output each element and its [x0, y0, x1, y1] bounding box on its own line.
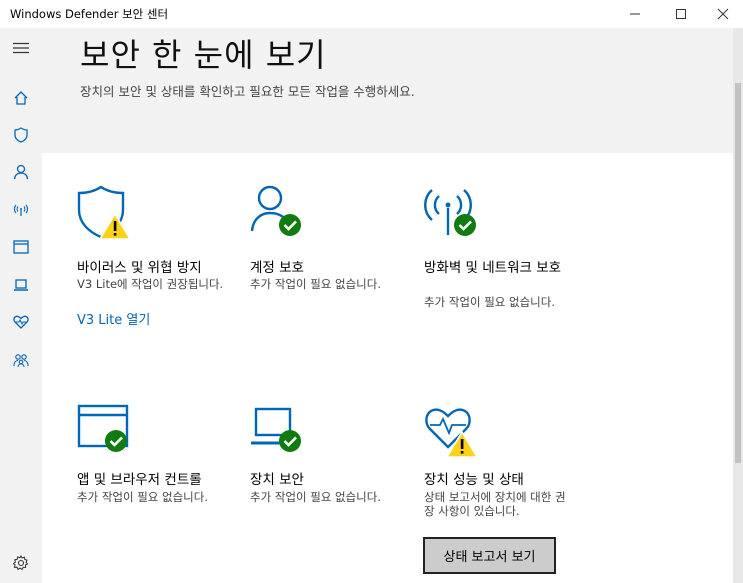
antenna-check-icon: [424, 189, 476, 236]
tile-description: V3 Lite에 작업이 권장됩니다.: [77, 277, 224, 291]
sidebar-item-device-security[interactable]: [11, 275, 31, 295]
tile-title: 앱 및 브라우저 컨트롤: [77, 472, 202, 488]
browser-check-icon: [77, 404, 129, 452]
page-title: 보안 한 눈에 보기: [80, 36, 327, 74]
open-v3-lite-link[interactable]: V3 Lite 열기: [77, 309, 150, 328]
home-icon: [14, 91, 28, 105]
sidebar-item-menu[interactable]: [11, 38, 31, 58]
browser-window-icon: [13, 240, 29, 254]
sidebar-item-family-options[interactable]: [11, 350, 31, 370]
view-health-report-button[interactable]: 상태 보고서 보기: [423, 537, 556, 574]
antenna-icon: [13, 204, 29, 216]
scrollbar[interactable]: [733, 28, 743, 583]
maximize-icon: [676, 9, 686, 19]
tile-device-performance[interactable]: 장치 성능 및 상태 상태 보고서에 장치에 대한 권장 사항이 있습니다.: [424, 403, 584, 533]
tile-title: 장치 성능 및 상태: [424, 472, 524, 488]
tile-app-browser-control[interactable]: 앱 및 브라우저 컨트롤 추가 작업이 필요 없습니다.: [77, 403, 237, 533]
scrollbar-thumb[interactable]: [735, 83, 741, 463]
person-icon: [13, 164, 29, 180]
tile-device-security[interactable]: 장치 보안 추가 작업이 필요 없습니다.: [250, 403, 410, 533]
tile-account-protection[interactable]: 계정 보호 추가 작업이 필요 없습니다.: [250, 185, 410, 315]
tile-description: 추가 작업이 필요 없습니다.: [424, 295, 556, 309]
sidebar-item-account-protection[interactable]: [11, 162, 31, 182]
sidebar: [0, 28, 42, 583]
family-icon: [13, 354, 29, 368]
tile-title: 바이러스 및 위협 방지: [77, 260, 202, 276]
sidebar-item-firewall[interactable]: [11, 200, 31, 220]
tile-title: 장치 보안: [250, 472, 304, 488]
close-icon: [717, 8, 729, 20]
window-title: Windows Defender 보안 센터: [10, 7, 169, 21]
tile-firewall[interactable]: 방화벽 및 네트워크 보호 추가 작업이 필요 없습니다.: [424, 185, 584, 330]
sidebar-item-device-performance[interactable]: [11, 312, 31, 332]
tile-title: 방화벽 및 네트워크 보호: [424, 260, 562, 276]
tile-description: 추가 작업이 필요 없습니다.: [77, 490, 209, 504]
heart-warning-icon: [425, 408, 479, 458]
page-subtitle: 장치의 보안 및 상태를 확인하고 필요한 모든 작업을 수행하세요.: [80, 84, 415, 99]
tile-description: 상태 보고서에 장치에 대한 권장 사항이 있습니다.: [424, 490, 566, 518]
shield-icon: [14, 127, 28, 143]
sidebar-item-home[interactable]: [11, 88, 31, 108]
shield-warning-icon: [77, 185, 132, 240]
minimize-icon: [630, 13, 640, 15]
laptop-check-icon: [251, 407, 301, 452]
gear-icon: [13, 555, 29, 571]
sidebar-item-settings[interactable]: [11, 553, 31, 573]
tile-description: 추가 작업이 필요 없습니다.: [250, 277, 382, 291]
sidebar-item-virus-protection[interactable]: [11, 125, 31, 145]
heart-icon: [13, 315, 29, 329]
page-header: 보안 한 눈에 보기 장치의 보안 및 상태를 확인하고 필요한 모든 작업을 …: [42, 28, 743, 153]
person-check-icon: [250, 185, 301, 236]
sidebar-item-app-browser-control[interactable]: [11, 237, 31, 257]
close-button[interactable]: [703, 0, 743, 28]
laptop-icon: [14, 279, 28, 291]
tile-virus-protection[interactable]: 바이러스 및 위협 방지 V3 Lite에 작업이 권장됩니다. V3 Lite…: [77, 185, 237, 345]
tile-title: 계정 보호: [250, 260, 304, 276]
maximize-button[interactable]: [658, 0, 704, 28]
hamburger-icon: [13, 42, 29, 54]
tile-description: 추가 작업이 필요 없습니다.: [250, 490, 382, 504]
title-bar: Windows Defender 보안 센터: [0, 0, 743, 28]
minimize-button[interactable]: [612, 0, 658, 28]
